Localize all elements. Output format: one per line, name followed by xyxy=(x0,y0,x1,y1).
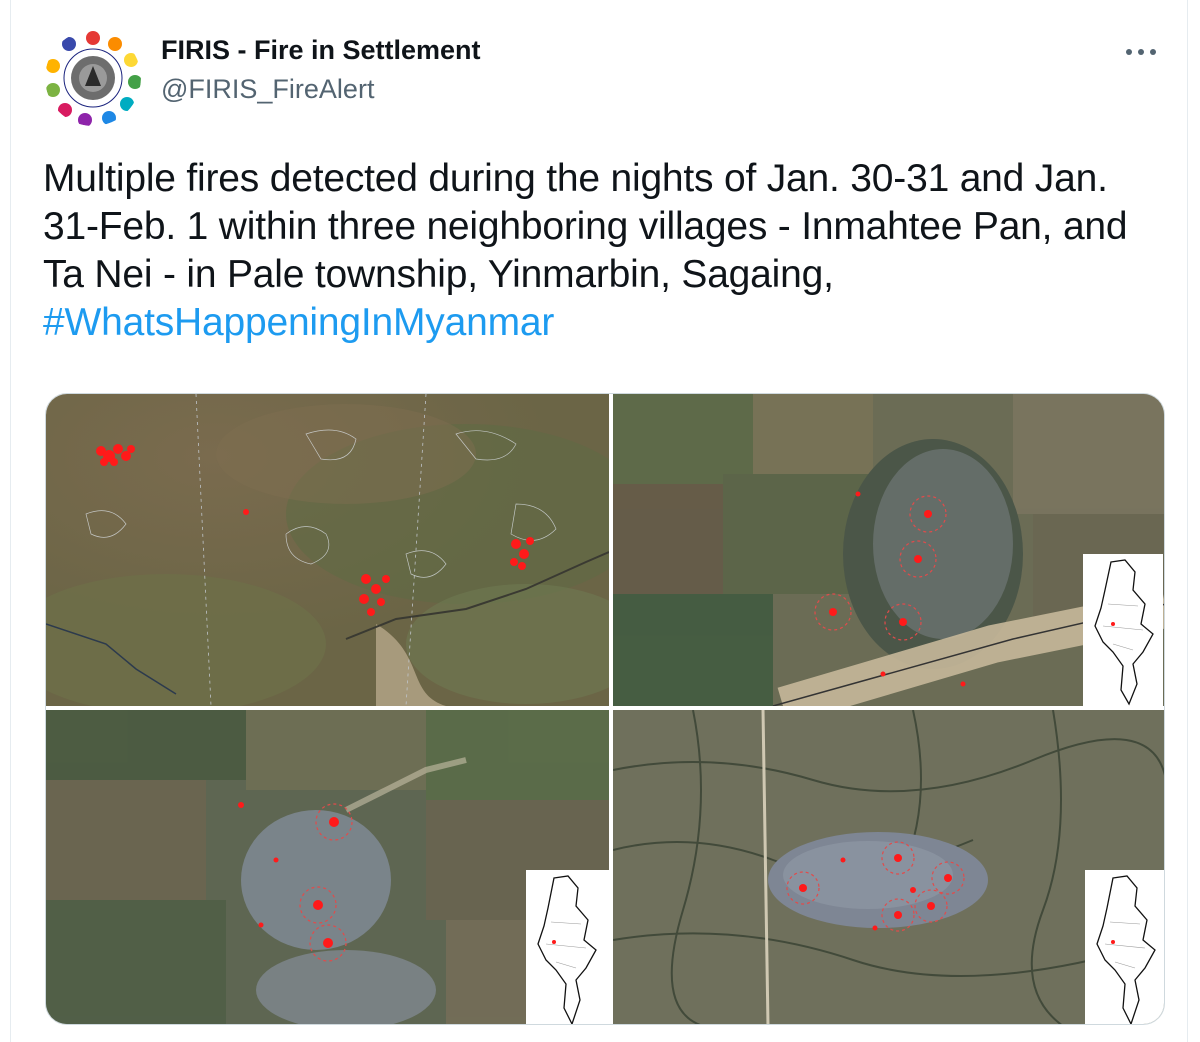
village-satellite-map-1 xyxy=(613,394,1164,706)
hashtag-link[interactable]: #WhatsHappeningInMyanmar xyxy=(43,301,554,344)
myanmar-locator-map xyxy=(1085,870,1164,1024)
more-options-button[interactable] xyxy=(1119,34,1163,70)
media-grid xyxy=(45,393,1165,1025)
author-avatar[interactable] xyxy=(45,30,141,126)
media-image-overview[interactable] xyxy=(46,394,609,706)
tweet-text: Multiple fires detected during the night… xyxy=(43,155,1163,347)
media-image-village-2[interactable] xyxy=(46,710,609,1024)
tweet-card: FIRIS - Fire in Settlement @FIRIS_FireAl… xyxy=(10,0,1188,1042)
tweet-body-text: Multiple fires detected during the night… xyxy=(43,157,1128,296)
more-horizontal-icon xyxy=(1126,49,1156,55)
village-satellite-map-3 xyxy=(613,710,1164,1024)
avatar-logo-icon xyxy=(45,30,141,126)
author-handle[interactable]: @FIRIS_FireAlert xyxy=(161,73,374,105)
village-satellite-map-2 xyxy=(46,710,609,1024)
myanmar-locator-map xyxy=(1083,554,1163,706)
media-image-village-3[interactable] xyxy=(613,710,1164,1024)
author-display-name[interactable]: FIRIS - Fire in Settlement xyxy=(161,34,481,66)
overview-satellite-map xyxy=(46,394,609,706)
myanmar-locator-map xyxy=(526,870,609,1024)
media-image-village-1[interactable] xyxy=(613,394,1164,706)
